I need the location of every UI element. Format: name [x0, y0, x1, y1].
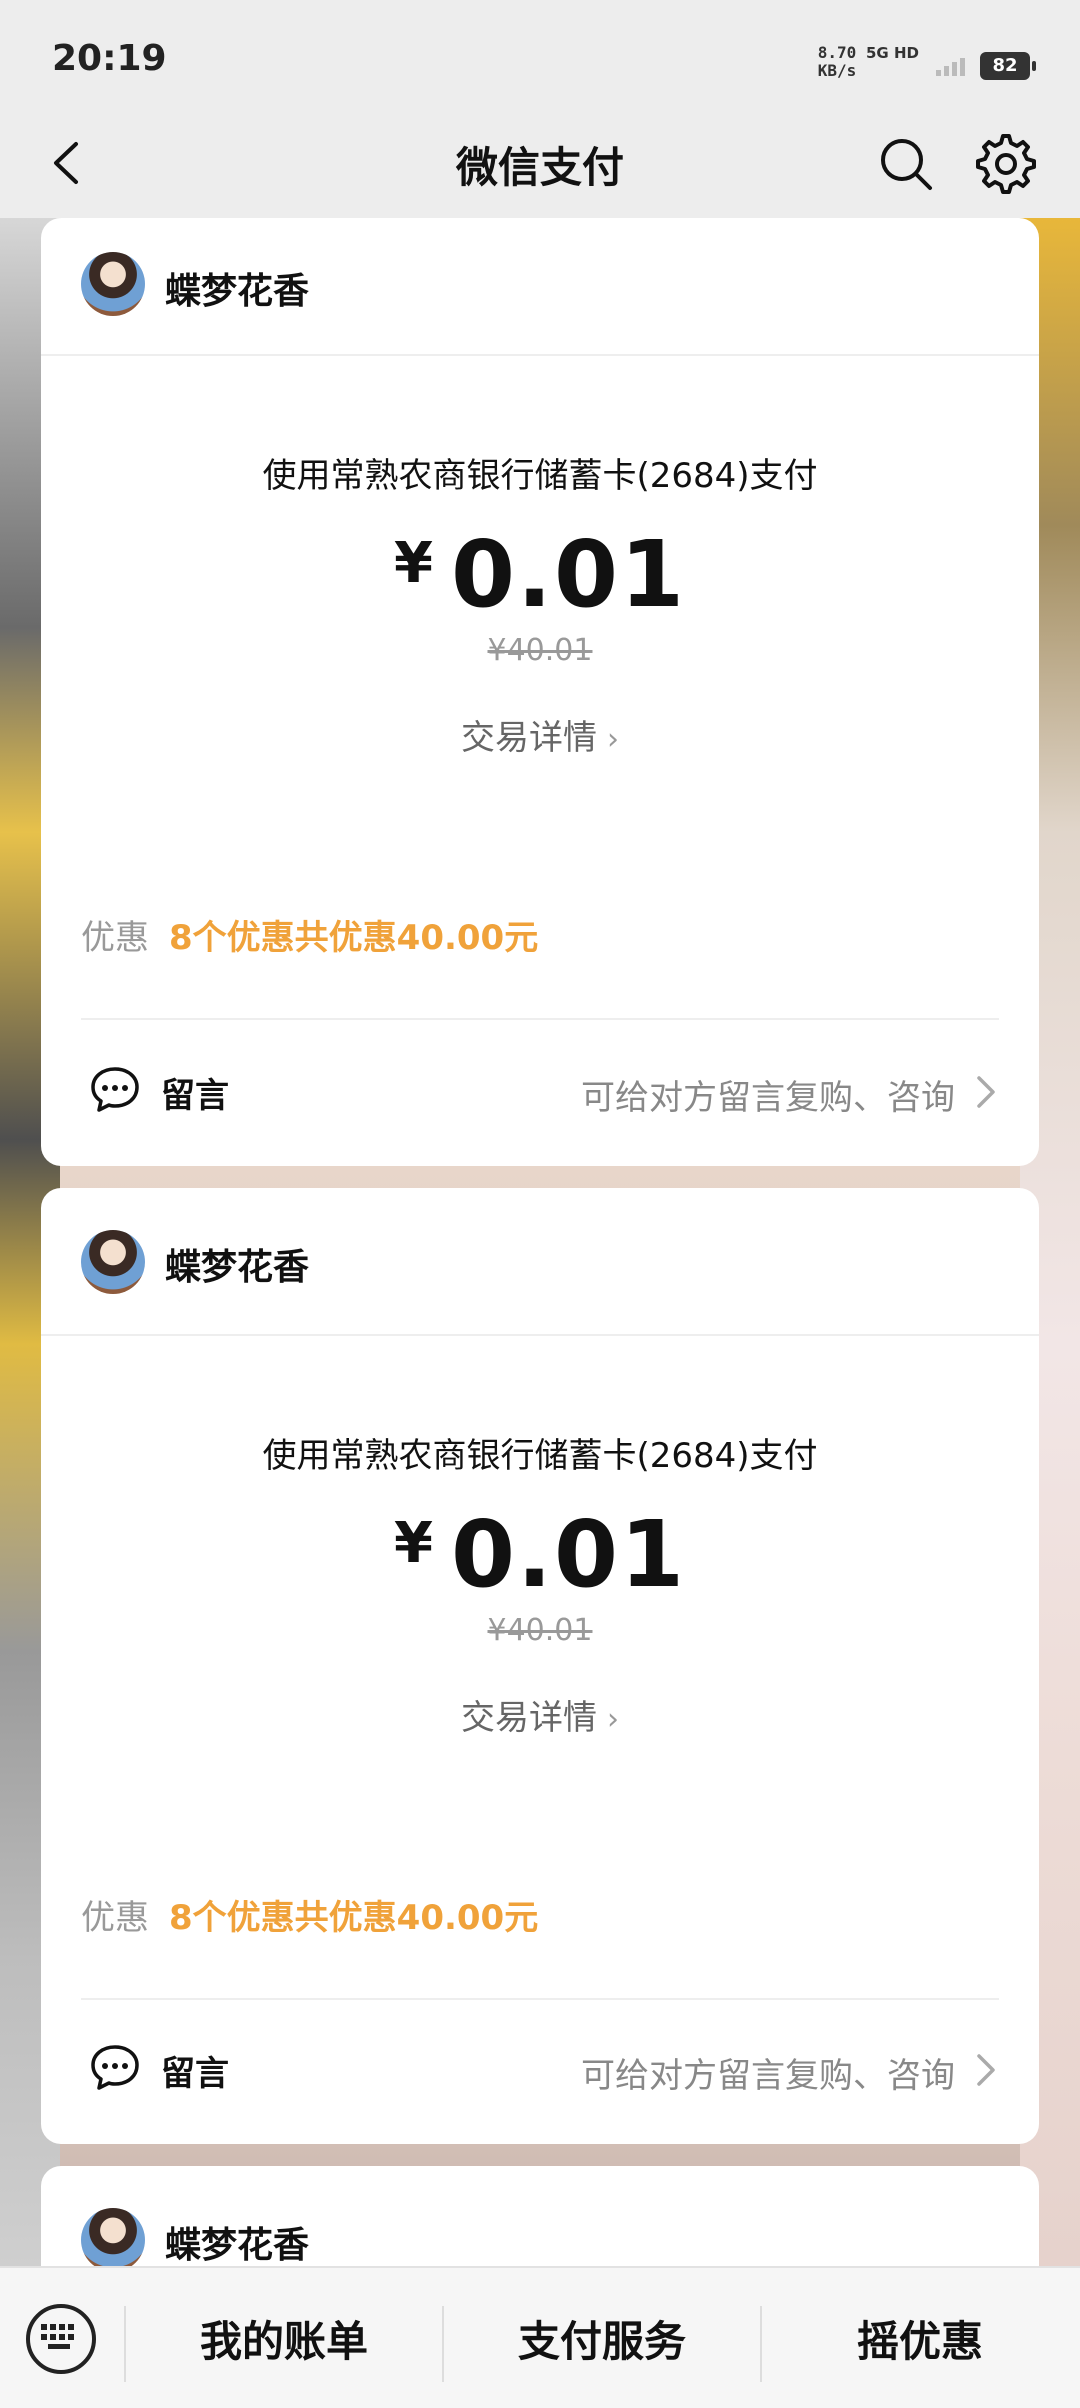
bottom-bar: 我的账单 支付服务 摇优惠	[0, 2266, 1080, 2408]
tab-shake-offers[interactable]: 摇优惠	[762, 2308, 1078, 2369]
merchant-header[interactable]: 蝶梦花香	[41, 218, 1039, 356]
merchant-name: 蝶梦花香	[165, 1247, 310, 1288]
transaction-detail-label: 交易详情	[461, 718, 597, 758]
promo-text: 8个优惠共优惠40.00元	[169, 918, 539, 958]
promo-label: 优惠	[81, 1898, 149, 1938]
network-speed-unit: KB/s	[817, 61, 857, 80]
avatar	[81, 2208, 145, 2272]
message-label: 留言	[161, 1076, 229, 1116]
keyboard-icon[interactable]	[26, 2304, 96, 2374]
currency-symbol: ¥	[394, 1511, 433, 1576]
divider	[81, 1998, 999, 2000]
original-amount: ¥40.01	[487, 633, 593, 668]
message-icon	[91, 1067, 139, 1112]
message-label: 留言	[161, 2054, 229, 2094]
promo-row: 优惠 8个优惠共优惠40.00元	[81, 1890, 538, 1939]
message-hint: 可给对方留言复购、咨询	[581, 2056, 955, 2096]
nav-bar: 微信支付	[0, 110, 1080, 218]
chevron-right-icon: ›	[607, 722, 619, 757]
keyboard-glyph	[41, 2324, 74, 2349]
network-speed: 8.70 KB/s	[812, 44, 862, 80]
amount: ¥0.01	[41, 525, 1039, 625]
amount-value: 0.01	[450, 1501, 686, 1608]
tab-my-bills[interactable]: 我的账单	[126, 2308, 442, 2369]
network-speed-value: 8.70	[817, 43, 857, 62]
chevron-right-icon	[977, 2054, 995, 2086]
promo-text: 8个优惠共优惠40.00元	[169, 1898, 539, 1938]
gear-icon[interactable]	[974, 132, 1038, 196]
pay-method: 使用常熟农商银行储蓄卡(2684)支付	[262, 1436, 818, 1476]
avatar	[81, 252, 145, 316]
message-row[interactable]: 留言 可给对方留言复购、咨询	[81, 1048, 999, 1138]
transaction-detail-link[interactable]: 交易详情 ›	[41, 1690, 1039, 1739]
transaction-detail-link[interactable]: 交易详情 ›	[41, 710, 1039, 759]
pay-method: 使用常熟农商银行储蓄卡(2684)支付	[262, 456, 818, 496]
original-amount: ¥40.01	[487, 1613, 593, 1648]
merchant-name: 蝶梦花香	[165, 271, 310, 312]
search-icon[interactable]	[876, 134, 936, 194]
avatar	[81, 1230, 145, 1294]
battery-icon: 82	[980, 52, 1036, 80]
chevron-right-icon: ›	[607, 1702, 619, 1737]
chevron-right-icon	[977, 1076, 995, 1108]
promo-label: 优惠	[81, 918, 149, 958]
status-time: 20:19	[52, 38, 167, 79]
divider	[81, 1018, 999, 1020]
tab-payment-services[interactable]: 支付服务	[444, 2308, 760, 2369]
payment-card: 蝶梦花香 使用常熟农商银行储蓄卡(2684)支付 ¥0.01 ¥40.01 交易…	[41, 1188, 1039, 2144]
promo-row: 优惠 8个优惠共优惠40.00元	[81, 910, 538, 959]
message-icon	[91, 2045, 139, 2090]
amount-value: 0.01	[450, 521, 686, 628]
status-bar: 20:19 8.70 KB/s 5G HD 82	[0, 0, 1080, 110]
merchant-name: 蝶梦花香	[165, 2225, 310, 2266]
network-type: 5G HD	[866, 44, 919, 62]
message-hint: 可给对方留言复购、咨询	[581, 1078, 955, 1118]
amount: ¥0.01	[41, 1505, 1039, 1605]
payment-card: 蝶梦花香 使用常熟农商银行储蓄卡(2684)支付 ¥0.01 ¥40.01 交易…	[41, 218, 1039, 1166]
currency-symbol: ¥	[394, 531, 433, 596]
transaction-detail-label: 交易详情	[461, 1698, 597, 1738]
merchant-header[interactable]: 蝶梦花香	[41, 1188, 1039, 1336]
message-row[interactable]: 留言 可给对方留言复购、咨询	[81, 2026, 999, 2116]
signal-icon	[936, 58, 965, 76]
